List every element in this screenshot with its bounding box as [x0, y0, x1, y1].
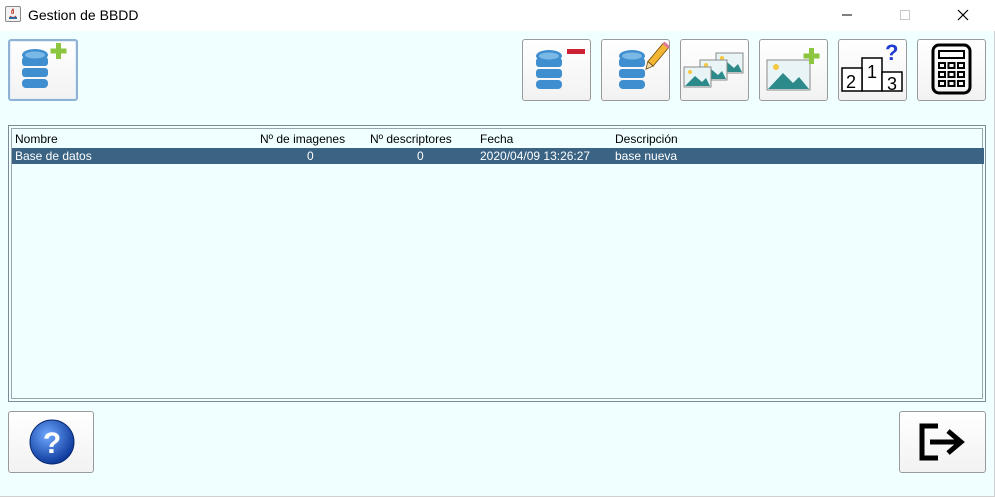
add-database-button[interactable]	[8, 39, 78, 101]
databases-table-panel: Nombre Nº de imagenes Nº descriptores Fe…	[8, 125, 986, 402]
window-title: Gestion de BBDD	[28, 7, 139, 23]
cell-date: 2020/04/09 13:26:27	[480, 149, 591, 163]
image-plus-icon	[766, 48, 820, 91]
database-plus-icon	[22, 43, 67, 88]
maximize-button[interactable]	[882, 0, 928, 31]
podium-question-icon: ? 1 2 3	[841, 40, 903, 94]
column-header-date[interactable]: Fecha	[480, 132, 513, 146]
remove-database-button[interactable]	[522, 39, 591, 101]
edit-database-button[interactable]	[601, 39, 670, 101]
column-header-description[interactable]: Descripción	[615, 132, 678, 146]
help-button[interactable]: ?	[8, 411, 94, 473]
title-bar: Gestion de BBDD	[0, 0, 995, 31]
calculator-icon	[931, 43, 972, 95]
exit-button[interactable]	[899, 411, 986, 473]
cell-name: Base de datos	[15, 149, 92, 163]
manage-images-button[interactable]	[680, 39, 749, 101]
ranking-button[interactable]: ? 1 2 3	[838, 39, 907, 101]
exit-arrow-icon	[919, 423, 965, 461]
svg-text:3: 3	[887, 74, 897, 94]
databases-table[interactable]: Nombre Nº de imagenes Nº descriptores Fe…	[11, 128, 984, 399]
column-header-name[interactable]: Nombre	[15, 132, 58, 146]
cell-images: 0	[307, 149, 314, 163]
cell-description: base nueva	[615, 149, 678, 163]
add-image-button[interactable]	[759, 39, 828, 101]
database-minus-icon	[536, 49, 585, 89]
cell-descriptors: 0	[417, 149, 424, 163]
multiple-images-icon	[683, 52, 744, 88]
close-button[interactable]	[940, 0, 986, 31]
svg-text:?: ?	[43, 427, 61, 460]
minimize-button[interactable]	[824, 0, 870, 31]
table-row[interactable]: Base de datos 0 0 2020/04/09 13:26:27 ba…	[12, 148, 984, 164]
column-header-descriptors[interactable]: Nº descriptores	[370, 132, 452, 146]
svg-text:2: 2	[846, 72, 856, 92]
help-question-icon: ?	[29, 419, 75, 465]
column-header-images[interactable]: Nº de imagenes	[260, 132, 345, 146]
main-panel: ? 1 2 3 Nombre Nº de imagenes Nº descrip…	[0, 31, 995, 497]
table-header: Nombre Nº de imagenes Nº descriptores Fe…	[12, 131, 984, 147]
calculator-button[interactable]	[917, 39, 986, 101]
java-app-icon	[5, 6, 21, 22]
svg-text:1: 1	[867, 62, 877, 82]
database-pencil-icon	[619, 41, 669, 89]
svg-text:?: ?	[885, 40, 898, 65]
